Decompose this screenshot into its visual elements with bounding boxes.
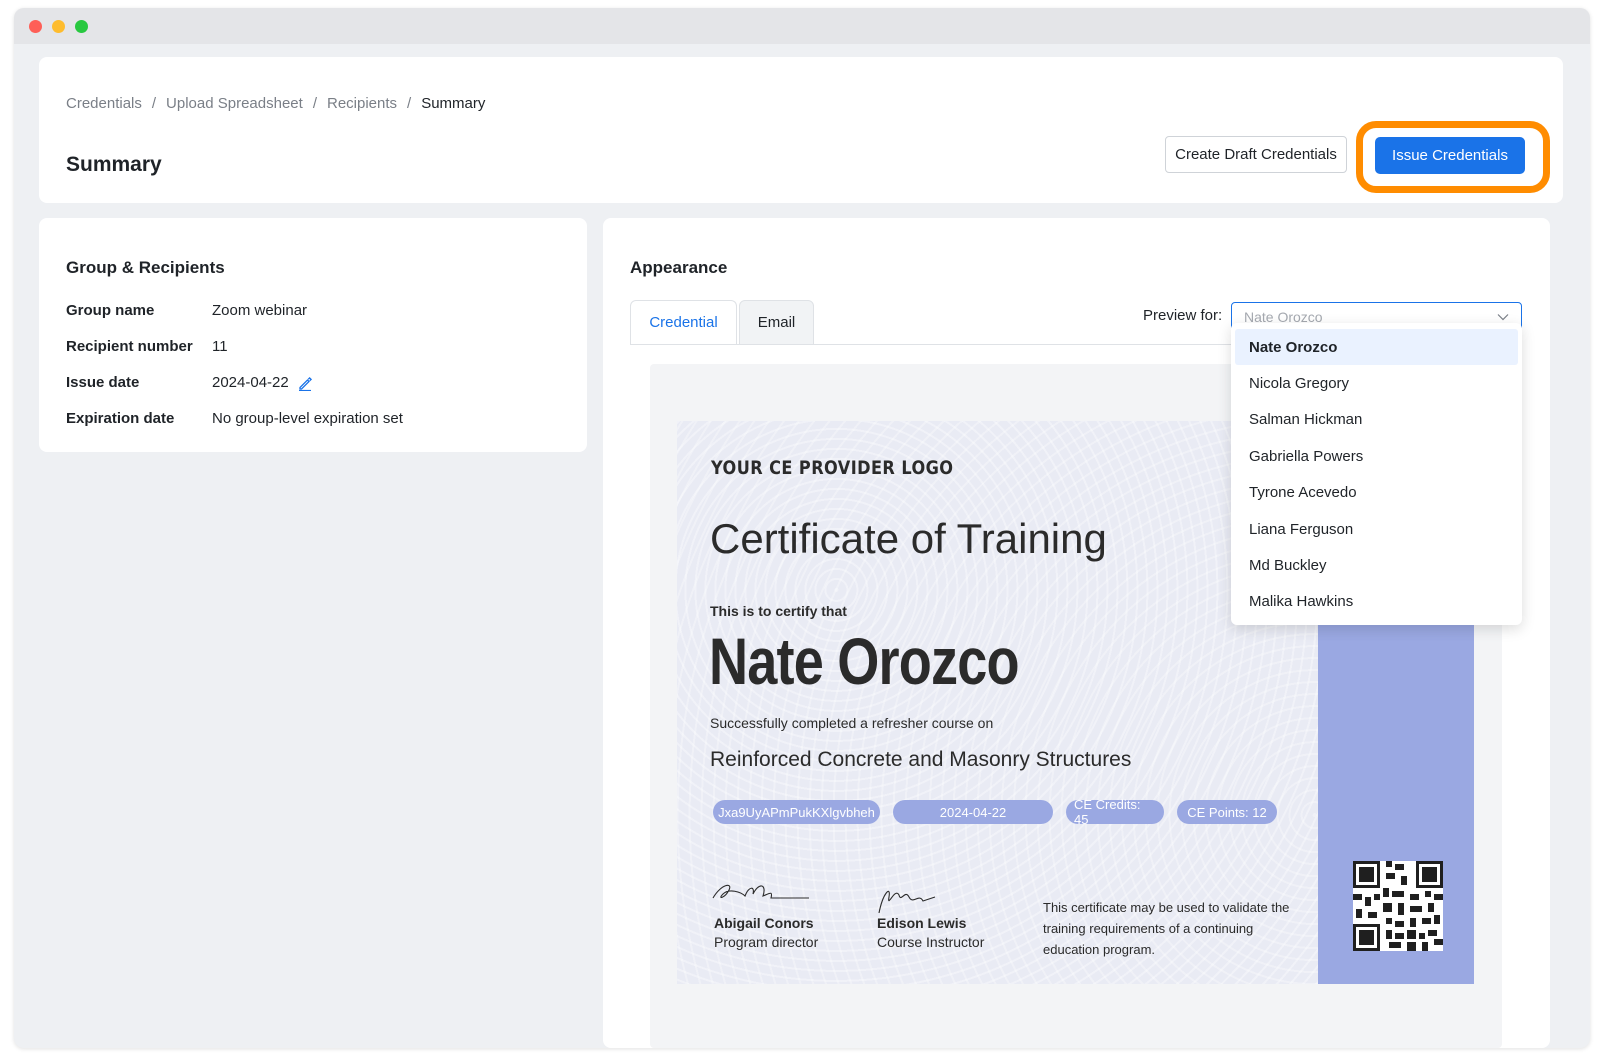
preview-for-dropdown: Nate Orozco Nicola Gregory Salman Hickma… bbox=[1231, 323, 1522, 625]
tab-email[interactable]: Email bbox=[739, 300, 814, 345]
dropdown-option-liana-ferguson[interactable]: Liana Ferguson bbox=[1235, 511, 1518, 547]
issue-credentials-button[interactable]: Issue Credentials bbox=[1375, 137, 1525, 174]
breadcrumb-recipients[interactable]: Recipients bbox=[327, 95, 397, 112]
certificate-title: Certificate of Training bbox=[710, 515, 1107, 562]
certificate-recipient-name: Nate Orozco bbox=[709, 624, 1020, 698]
dropdown-option-malika-hawkins[interactable]: Malika Hawkins bbox=[1235, 584, 1518, 620]
certificate-completed-text: Successfully completed a refresher cours… bbox=[710, 715, 994, 731]
signature-edison-icon bbox=[878, 890, 936, 914]
group-name-value: Zoom webinar bbox=[212, 302, 308, 319]
signature-edison-role: Course Instructor bbox=[877, 934, 985, 950]
breadcrumb-separator: / bbox=[407, 95, 412, 112]
pencil-icon[interactable] bbox=[297, 375, 313, 391]
ce-credits-pill: CE Credits: 45 bbox=[1066, 797, 1164, 827]
breadcrumb-upload-spreadsheet[interactable]: Upload Spreadsheet bbox=[166, 95, 303, 112]
issue-date-pill: 2024-04-22 bbox=[893, 800, 1053, 824]
header-card: Credentials / Upload Spreadsheet / Recip… bbox=[39, 57, 1563, 203]
dropdown-option-nate-orozco[interactable]: Nate Orozco bbox=[1235, 329, 1518, 366]
chevron-down-icon bbox=[1497, 314, 1509, 321]
group-name-row: Group name Zoom webinar bbox=[66, 302, 307, 319]
signature-abigail-name: Abigail Conors bbox=[714, 915, 814, 931]
issue-date-row: Issue date 2024-04-22 bbox=[66, 374, 313, 391]
appearance-tabs: Credential Email bbox=[630, 300, 814, 345]
signature-edison-name: Edison Lewis bbox=[877, 915, 967, 931]
dropdown-option-nicola-gregory[interactable]: Nicola Gregory bbox=[1235, 365, 1518, 401]
minimize-window-button[interactable] bbox=[52, 20, 65, 33]
credential-id-pill: Jxa9UyAPmPukKXlgvbheh bbox=[713, 800, 880, 824]
group-name-label: Group name bbox=[66, 302, 155, 319]
breadcrumb-credentials[interactable]: Credentials bbox=[66, 95, 142, 112]
recipient-number-row: Recipient number 11 bbox=[66, 338, 228, 355]
dropdown-option-gabriella-powers[interactable]: Gabriella Powers bbox=[1235, 438, 1518, 474]
dropdown-option-md-buckley[interactable]: Md Buckley bbox=[1235, 547, 1518, 583]
certificate-note: This certificate may be used to validate… bbox=[1043, 900, 1290, 957]
dropdown-option-salman-hickman[interactable]: Salman Hickman bbox=[1235, 402, 1518, 438]
breadcrumb-summary: Summary bbox=[421, 95, 486, 112]
certificate-course-name: Reinforced Concrete and Masonry Structur… bbox=[710, 748, 1132, 771]
preview-for-label: Preview for: bbox=[1143, 307, 1223, 324]
group-section-title: Group & Recipients bbox=[66, 258, 225, 277]
appearance-section-title: Appearance bbox=[630, 258, 728, 277]
breadcrumb-separator: / bbox=[151, 95, 157, 112]
issue-date-label: Issue date bbox=[66, 374, 140, 391]
close-window-button[interactable] bbox=[29, 20, 42, 33]
expiration-date-row: Expiration date No group-level expiratio… bbox=[66, 410, 403, 427]
create-draft-credentials-button[interactable]: Create Draft Credentials bbox=[1165, 136, 1347, 173]
breadcrumb-separator: / bbox=[312, 95, 317, 112]
recipient-number-value: 11 bbox=[212, 338, 228, 355]
certificate-certify-text: This is to certify that bbox=[710, 603, 847, 619]
group-recipients-card: Group & Recipients Group name Zoom webin… bbox=[39, 218, 587, 452]
issue-date-value: 2024-04-22 bbox=[212, 374, 289, 391]
breadcrumb: Credentials / Upload Spreadsheet / Recip… bbox=[66, 95, 485, 112]
ce-points-pill: CE Points: 12 bbox=[1177, 800, 1277, 824]
title-bar bbox=[14, 8, 1590, 44]
maximize-window-button[interactable] bbox=[75, 20, 88, 33]
expiration-date-label: Expiration date bbox=[66, 410, 175, 427]
recipient-number-label: Recipient number bbox=[66, 338, 193, 355]
certificate-provider-logo: YOUR CE PROVIDER LOGO bbox=[711, 457, 954, 479]
page-title: Summary bbox=[66, 153, 162, 176]
qr-code-icon bbox=[1353, 861, 1443, 951]
signature-abigail-role: Program director bbox=[714, 934, 819, 950]
expiration-date-value: No group-level expiration set bbox=[212, 410, 403, 427]
issue-date-value-wrap: 2024-04-22 bbox=[212, 374, 313, 391]
tab-credential[interactable]: Credential bbox=[630, 300, 737, 345]
signature-abigail-icon bbox=[712, 884, 809, 899]
dropdown-option-tyrone-acevedo[interactable]: Tyrone Acevedo bbox=[1235, 475, 1518, 511]
